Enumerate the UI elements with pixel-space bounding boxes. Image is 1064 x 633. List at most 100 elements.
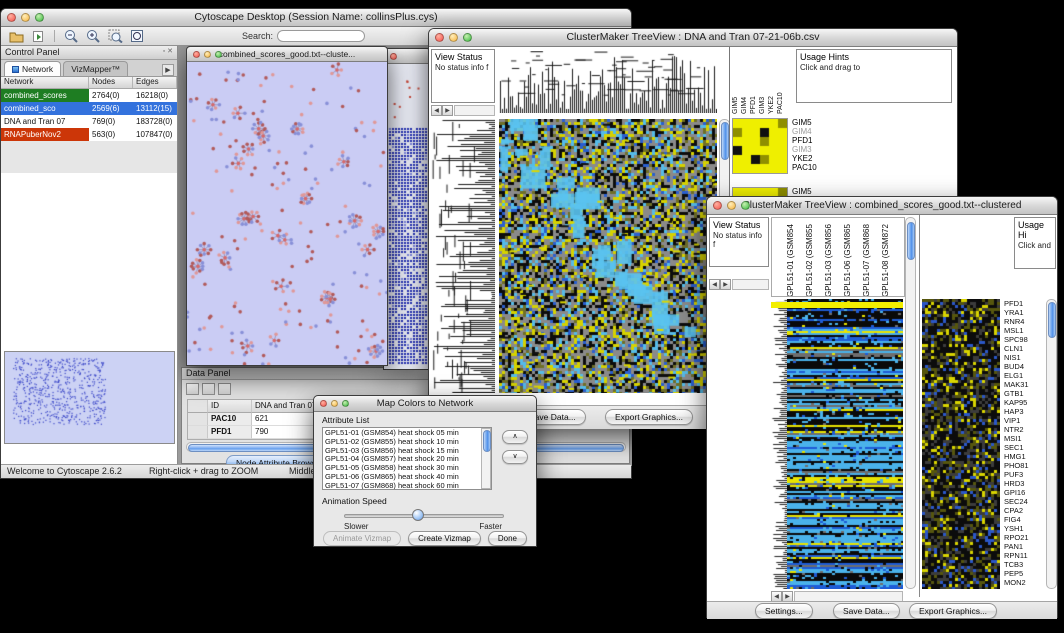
gene-label-rnr4[interactable]: RNR4 <box>1004 317 1044 326</box>
window-controls[interactable] <box>7 13 44 22</box>
tab-overflow-button[interactable]: ▶ <box>162 64 174 76</box>
maximize-icon[interactable] <box>215 51 222 58</box>
gene-label-msi1[interactable]: MSI1 <box>1004 434 1044 443</box>
matrix-column-label[interactable]: YKE2 <box>768 76 777 114</box>
matrix-row-label[interactable]: GIM5 <box>792 187 817 196</box>
array-column-label[interactable]: GPL51-07 (GSM868 <box>862 219 881 297</box>
attribute-select-icon[interactable] <box>186 383 199 395</box>
header-nodes[interactable]: Nodes <box>89 77 133 88</box>
save-data-button[interactable]: Save Data... <box>833 603 900 619</box>
attribute-listbox[interactable]: GPL51-01 (GSM854) heat shock 05 minGPL51… <box>322 427 492 490</box>
gene-label-ntr2[interactable]: NTR2 <box>1004 425 1044 434</box>
scroll-left-button[interactable]: ◀ <box>709 279 720 290</box>
settings-button[interactable]: Settings... <box>755 603 813 619</box>
hscroll-track[interactable] <box>732 279 769 290</box>
hscroll-track[interactable] <box>454 105 495 116</box>
gene-label-gpi16[interactable]: GPI16 <box>1004 488 1044 497</box>
minimize-icon[interactable] <box>727 201 736 210</box>
maximize-icon[interactable] <box>342 400 349 407</box>
gene-vscrollbar[interactable] <box>1046 299 1057 589</box>
treeview-combined-titlebar[interactable]: ClusterMaker TreeView : combined_scores_… <box>707 197 1057 215</box>
gene-label-rpo21[interactable]: RPO21 <box>1004 533 1044 542</box>
network-row-dna-and-tran-07[interactable]: DNA and Tran 07769(0)183728(0) <box>1 115 177 128</box>
window-controls[interactable] <box>435 33 472 42</box>
window-controls[interactable] <box>390 53 397 60</box>
correlation-matrix-1[interactable] <box>732 118 788 174</box>
cytoscape-titlebar[interactable]: Cytoscape Desktop (Session Name: collins… <box>1 9 631 27</box>
gene-label-bud4[interactable]: BUD4 <box>1004 362 1044 371</box>
background-network-window[interactable] <box>383 48 431 370</box>
gene-label-pep5[interactable]: PEP5 <box>1004 569 1044 578</box>
scroll-right-button[interactable]: ▶ <box>442 105 453 116</box>
panel-float-icon[interactable]: ▫ ✕ <box>163 47 173 58</box>
window-controls[interactable] <box>320 400 349 407</box>
move-down-button[interactable]: ∨ <box>502 450 528 464</box>
gene-label-puf3[interactable]: PUF3 <box>1004 470 1044 479</box>
network-view-window[interactable]: combined_scores_good.txt--cluste... <box>186 46 388 366</box>
minimize-icon[interactable] <box>331 400 338 407</box>
gene-label-nis1[interactable]: NIS1 <box>1004 353 1044 362</box>
move-up-button[interactable]: ∧ <box>502 430 528 444</box>
network-row-combined-scores[interactable]: combined_scores2764(0)16218(0) <box>1 89 177 102</box>
gene-label-tcb3[interactable]: TCB3 <box>1004 560 1044 569</box>
expression-heatmap[interactable] <box>787 299 903 589</box>
gene-label-msl1[interactable]: MSL1 <box>1004 326 1044 335</box>
matrix-row-label[interactable]: PAC10 <box>792 163 817 172</box>
header-edges[interactable]: Edges <box>133 77 177 88</box>
network-view-titlebar[interactable]: combined_scores_good.txt--cluste... <box>187 47 387 62</box>
array-column-label[interactable]: GPL51-03 (GSM856 <box>824 219 843 297</box>
selected-row-highlight[interactable] <box>771 302 903 308</box>
minimize-icon[interactable] <box>449 33 458 42</box>
search-input[interactable] <box>277 30 365 42</box>
matrix-row-label[interactable]: GIM3 <box>792 145 817 154</box>
close-icon[interactable] <box>7 13 16 22</box>
gene-label-ysh1[interactable]: YSH1 <box>1004 524 1044 533</box>
close-icon[interactable] <box>320 400 327 407</box>
maximize-icon[interactable] <box>741 201 750 210</box>
close-icon[interactable] <box>713 201 722 210</box>
zoom-in-icon[interactable] <box>84 29 102 44</box>
gene-label-fig4[interactable]: FIG4 <box>1004 515 1044 524</box>
gene-label-pho81[interactable]: PHO81 <box>1004 461 1044 470</box>
header-network[interactable]: Network <box>1 77 89 88</box>
matrix-column-label[interactable]: PFD1 <box>750 76 759 114</box>
scroll-left-button[interactable]: ◀ <box>431 105 442 116</box>
speed-slider-track[interactable] <box>344 514 504 518</box>
treeview-dna-titlebar[interactable]: ClusterMaker TreeView : DNA and Tran 07-… <box>429 29 957 47</box>
gene-label-hmg1[interactable]: HMG1 <box>1004 452 1044 461</box>
minimize-icon[interactable] <box>21 13 30 22</box>
gene-label-elg1[interactable]: ELG1 <box>1004 371 1044 380</box>
gene-label-sec24[interactable]: SEC24 <box>1004 497 1044 506</box>
attribute-matrix-icon[interactable] <box>218 383 231 395</box>
header-id[interactable]: ID <box>208 400 252 413</box>
gene-label-mon2[interactable]: MON2 <box>1004 578 1044 587</box>
list-vscrollbar[interactable] <box>481 428 491 489</box>
matrix-column-label[interactable]: GIM4 <box>741 76 750 114</box>
scroll-thumb[interactable] <box>1048 302 1056 338</box>
tab-network[interactable]: Network <box>4 61 61 76</box>
tab-vizmapper[interactable]: VizMapper™ <box>63 61 128 76</box>
gene-label-cln1[interactable]: CLN1 <box>1004 344 1044 353</box>
map-colors-dialog[interactable]: Map Colors to Network Attribute List GPL… <box>313 395 537 547</box>
zoom-fit-icon[interactable] <box>128 29 146 44</box>
gene-label-hap3[interactable]: HAP3 <box>1004 407 1044 416</box>
maximize-icon[interactable] <box>463 33 472 42</box>
attribute-table-icon[interactable] <box>202 383 215 395</box>
gene-label-hrd3[interactable]: HRD3 <box>1004 479 1044 488</box>
import-network-icon[interactable] <box>29 29 47 44</box>
network-row-rnapubernov2[interactable]: RNAPuberNov2563(0)107847(0) <box>1 128 177 141</box>
array-column-label[interactable]: GPL51-08 (GSM872 <box>881 219 900 297</box>
gene-label-vip1[interactable]: VIP1 <box>1004 416 1044 425</box>
array-column-label[interactable]: GPL51-02 (GSM855 <box>805 219 824 297</box>
scroll-thumb[interactable] <box>483 430 491 452</box>
matrix-row-label[interactable]: GIM5 <box>792 118 817 127</box>
gene-label-yra1[interactable]: YRA1 <box>1004 308 1044 317</box>
attribute-item[interactable]: GPL51-07 (GSM868) heat shock 60 min <box>323 482 481 490</box>
background-network-titlebar[interactable] <box>384 49 430 64</box>
export-graphics-button[interactable]: Export Graphics... <box>605 409 693 425</box>
matrix-column-label[interactable]: GIM5 <box>732 76 741 114</box>
row-dendrogram[interactable] <box>431 119 495 393</box>
done-button[interactable]: Done <box>488 531 527 546</box>
secondary-heatmap[interactable] <box>922 299 1000 589</box>
animate-vizmap-button[interactable]: Animate Vizmap <box>323 531 401 546</box>
